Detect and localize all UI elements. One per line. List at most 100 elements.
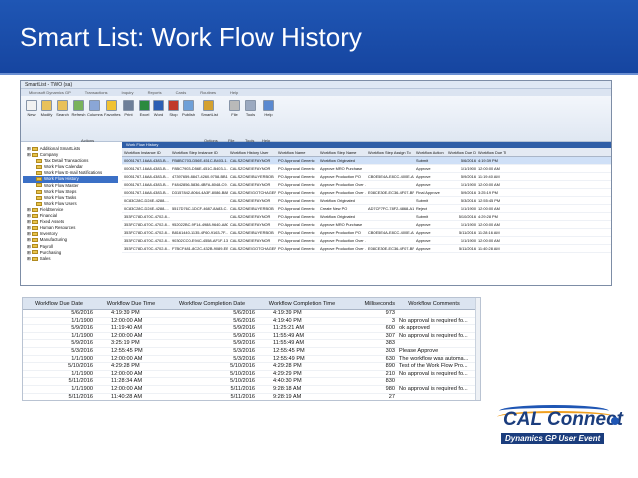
table-cell: Submit bbox=[416, 214, 429, 219]
column-header[interactable]: Workflow Comments bbox=[397, 298, 471, 309]
column-header[interactable]: Workflow History User bbox=[228, 148, 276, 156]
table-cell: PO Approval Generic bbox=[278, 222, 315, 227]
table-cell: Test of the Work Flow Pro... bbox=[399, 363, 468, 370]
ribbon-button-file[interactable]: File bbox=[227, 98, 242, 128]
menu-item[interactable]: Reports bbox=[148, 90, 162, 95]
table-row[interactable]: 00051767-16A8-4383-B... F8BC7903-D56E-451… bbox=[122, 165, 611, 173]
menu-item[interactable]: Inquiry bbox=[122, 90, 134, 95]
ribbon-button-columns[interactable]: Columns bbox=[87, 98, 103, 128]
column-header[interactable]: Workflow Step Assign To bbox=[366, 148, 414, 156]
table-cell: 27 bbox=[388, 393, 395, 400]
column-header[interactable]: Workflow Step Name bbox=[318, 148, 366, 156]
table-row[interactable]: 1/1/1900 12:00:00 AM 5/10/2016 4:29:29 PM 21… bbox=[23, 371, 480, 379]
column-header[interactable]: Workflow Due Date bbox=[446, 148, 476, 156]
table-cell: 5/6/2016 bbox=[233, 310, 255, 316]
column-header[interactable]: Workflow Instance ID bbox=[122, 148, 170, 156]
table-cell: PO Approval Generic bbox=[278, 198, 315, 203]
table-row[interactable]: 1/1/1900 12:00:00 AM 5/3/2016 12:55:49 PM 63… bbox=[23, 356, 480, 364]
table-cell: CALSZONE\EFAYNOR bbox=[230, 198, 271, 203]
table-cell: 00051767-16A8-4383-B... bbox=[124, 158, 169, 163]
table-row[interactable]: 00051767-16A8-4383-B... 47397659-8847-426… bbox=[122, 173, 611, 181]
excel-label: Excel bbox=[139, 112, 150, 117]
menu-item[interactable]: Help bbox=[230, 90, 238, 95]
table-cell: Create New PO bbox=[320, 206, 348, 211]
table-cell: 11:55:49 AM bbox=[273, 332, 304, 339]
table-row[interactable]: 00051767-16A8-4383-B... D3157842-8064-4A3… bbox=[122, 189, 611, 197]
columns-label: Columns bbox=[87, 112, 103, 117]
table-row[interactable]: 5/9/2016 3:25:19 PM 5/9/2016 11:55:49 AM 383 bbox=[23, 340, 480, 348]
menu-item[interactable]: Routines bbox=[200, 90, 216, 95]
table-row[interactable]: 1/1/1900 12:00:00 AM 5/6/2016 4:19:40 PM 3 No… bbox=[23, 318, 480, 326]
table-row[interactable]: 5/6/2016 4:19:39 PM 5/6/2016 4:19:39 PM 973 bbox=[23, 310, 480, 318]
ribbon-button-modify[interactable]: Modify bbox=[39, 98, 54, 128]
column-header[interactable]: Workflow Due Time bbox=[476, 148, 506, 156]
column-header[interactable]: Workflow Due Time bbox=[95, 298, 167, 309]
column-header[interactable]: Workflow Step Instance ID bbox=[170, 148, 228, 156]
tools-label: Tools bbox=[245, 112, 256, 117]
ribbon-button-word[interactable]: Word bbox=[151, 98, 166, 128]
ribbon-button-search[interactable]: Search bbox=[55, 98, 70, 128]
table-row[interactable]: 0C83C28C-D24E-4288-... CALSZONE\EFAYNOR PO… bbox=[122, 197, 611, 205]
column-header[interactable]: Workflow Name bbox=[276, 148, 318, 156]
ribbon: New Modify Search Refresh Columns Favorites Pr… bbox=[21, 96, 611, 143]
folder-icon bbox=[36, 171, 42, 176]
stop-icon bbox=[168, 100, 179, 111]
table-row[interactable]: 0C83C28C-D24E-4288-... 5517D76C-1DCF-4687… bbox=[122, 205, 611, 213]
table-row[interactable]: 5/3/2016 12:55:45 PM 5/3/2016 12:55:45 PM 30… bbox=[23, 348, 480, 356]
table-cell: 4:29:28 PM bbox=[273, 363, 302, 370]
table-row[interactable]: 353FC78D-670C-4702-8... F7BCF481-8C2C-432… bbox=[122, 245, 611, 253]
table-cell: 11:40:28 AM bbox=[111, 393, 142, 400]
ribbon-button-smartlist[interactable]: SmartList bbox=[201, 98, 218, 128]
tree-item-label: Purchasing bbox=[39, 249, 62, 255]
menu-item[interactable]: Transactions bbox=[85, 90, 108, 95]
table-row[interactable]: 00051767-16A8-4383-B... FB8BC703-D56E-451… bbox=[122, 157, 611, 165]
column-header[interactable]: Workflow Completion Time bbox=[257, 298, 347, 309]
ribbon-button-stop[interactable]: Stop bbox=[166, 98, 181, 128]
table-cell: 9:28:18 AM bbox=[273, 385, 302, 392]
table-cell: Approve bbox=[416, 222, 431, 227]
table-row[interactable]: 1/1/1900 12:00:00 AM 5/9/2016 11:55:49 AM 30… bbox=[23, 333, 480, 341]
table-row[interactable]: 353FC78D-670C-4702-8... 90302CC0-E94C-455… bbox=[122, 237, 611, 245]
menu-item[interactable]: Microsoft Dynamics GP bbox=[29, 90, 71, 95]
ribbon-button-new[interactable]: New bbox=[24, 98, 39, 128]
columns-icon bbox=[89, 100, 100, 111]
column-header[interactable]: Workflow Action bbox=[414, 148, 446, 156]
ribbon-button-favorites[interactable]: Favorites bbox=[104, 98, 120, 128]
table-row[interactable]: 1/1/1900 12:00:00 AM 5/11/2016 9:28:18 AM 98… bbox=[23, 386, 480, 394]
table-cell: 4:29:28 PM bbox=[111, 363, 140, 370]
table-row[interactable]: 353FC78D-670C-4702-8... 952022BC-9F14-498… bbox=[122, 221, 611, 229]
ribbon-button-tools[interactable]: Tools bbox=[243, 98, 258, 128]
table-cell: 5/3/2016 bbox=[460, 198, 476, 203]
table-cell: 1/1/1900 bbox=[460, 166, 476, 171]
table-row[interactable]: 5/9/2016 11:19:40 AM 5/9/2016 11:25:21 AM 60… bbox=[23, 325, 480, 333]
ribbon-button-help[interactable]: Help bbox=[261, 98, 276, 128]
table-cell bbox=[366, 181, 414, 188]
ribbon-button-excel[interactable]: Excel bbox=[137, 98, 152, 128]
table-cell: 5/11/2016 bbox=[230, 385, 255, 392]
table-row[interactable]: 00051767-16A8-4383-B... F4842856-5836-4BF… bbox=[122, 181, 611, 189]
table-row[interactable]: 5/11/2016 11:40:28 AM 5/11/2016 9:28:19 AM 2… bbox=[23, 393, 480, 400]
column-header[interactable]: Workflow Due Date bbox=[23, 298, 95, 309]
table-row[interactable]: 353FC78D-670C-4702-8... CALSZONE\EFAYNOR P… bbox=[122, 213, 611, 221]
ribbon-button-refresh[interactable]: Refresh bbox=[71, 98, 86, 128]
vertical-scrollbar[interactable] bbox=[475, 298, 480, 400]
table-row[interactable]: 5/10/2016 4:29:28 PM 5/10/2016 4:29:28 PM 89… bbox=[23, 363, 480, 371]
table-cell: 5/10/2016 bbox=[230, 370, 255, 377]
table-row[interactable]: 5/11/2016 11:28:34 AM 5/10/2016 4:40:30 PM 8… bbox=[23, 378, 480, 386]
tree-item-label: Work Flow E-mail Notifications bbox=[44, 170, 103, 176]
ribbon-button-publish[interactable]: Publish bbox=[181, 98, 196, 128]
ribbon-button-print[interactable]: Print bbox=[121, 98, 136, 128]
tree-item[interactable]: ⊞ Sales bbox=[23, 256, 118, 262]
table-row[interactable]: 353FC78D-670C-4702-8... B8161440-1135-4F6… bbox=[122, 229, 611, 237]
column-header[interactable]: Workflow Completion Date bbox=[167, 298, 257, 309]
table-cell: 12:00:00 AM bbox=[111, 355, 143, 362]
table-cell: 5/11/2016 bbox=[458, 246, 476, 251]
column-header[interactable]: Milliseconds bbox=[347, 298, 397, 309]
table-cell: 5/3/2016 bbox=[233, 355, 255, 362]
word-label: Word bbox=[153, 112, 164, 117]
table-cell: 5/9/2016 bbox=[233, 332, 255, 339]
table-cell: Approve Production Over ... bbox=[320, 246, 366, 251]
table-cell bbox=[397, 310, 471, 317]
detail-grid: Workflow Due Date Workflow Due Time Workfl… bbox=[22, 297, 481, 401]
menu-item[interactable]: Cards bbox=[176, 90, 187, 95]
